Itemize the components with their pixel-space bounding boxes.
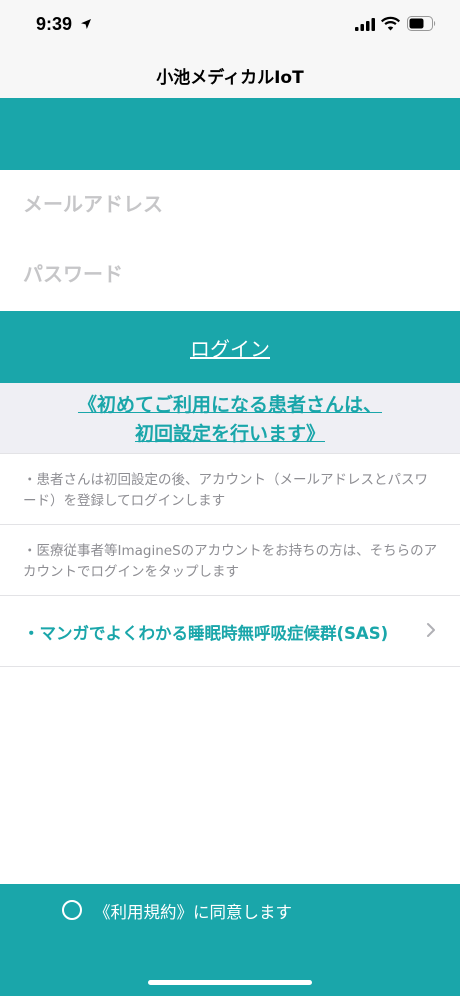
page-title: 小池メディカルIoT (156, 68, 304, 88)
email-field[interactable] (23, 184, 437, 224)
radio-circle-icon[interactable] (62, 900, 82, 920)
battery-icon (407, 16, 436, 31)
navigation-bar: 小池メディカルIoT (0, 52, 460, 98)
first-time-setup-link[interactable]: 《初めてご利用になる患者さんは、 初回設定を行います》 (0, 391, 460, 449)
status-bar: 9:39 (0, 0, 460, 52)
first-time-setup-band: 《初めてご利用になる患者さんは、 初回設定を行います》 (0, 383, 460, 453)
login-button[interactable]: ログイン (0, 333, 460, 362)
home-indicator[interactable] (148, 980, 312, 985)
password-field[interactable] (23, 254, 437, 294)
first-time-setup-line1: 《初めてご利用になる患者さんは、 (77, 394, 382, 416)
password-field-container (0, 240, 460, 310)
status-time: 9:39 (36, 14, 73, 34)
terms-agree-label: 《利用規約》に同意します (94, 903, 292, 922)
location-arrow-icon (81, 19, 91, 29)
manga-sas-link[interactable]: ・マンガでよくわかる睡眠時無呼吸症候群(SAS) (0, 596, 460, 666)
cellular-signal-icon (355, 18, 375, 31)
manga-sas-label: ・マンガでよくわかる睡眠時無呼吸症候群(SAS) (23, 624, 389, 643)
staff-info-text: ・医療従事者等ImagineSのアカウントをお持ちの方は、そちらのアカウントでロ… (23, 543, 438, 580)
header-band (0, 98, 460, 170)
email-field-container (0, 170, 460, 240)
divider (0, 453, 460, 454)
patient-info-text: ・患者さんは初回設定の後、アカウント（メールアドレスとパスワード）を登録してログ… (23, 472, 428, 509)
divider (0, 524, 460, 525)
wifi-icon (381, 16, 400, 31)
chevron-right-icon (427, 623, 435, 637)
first-time-setup-line2: 初回設定を行います》 (134, 423, 325, 445)
login-band: ログイン (0, 311, 460, 383)
divider (0, 666, 460, 667)
